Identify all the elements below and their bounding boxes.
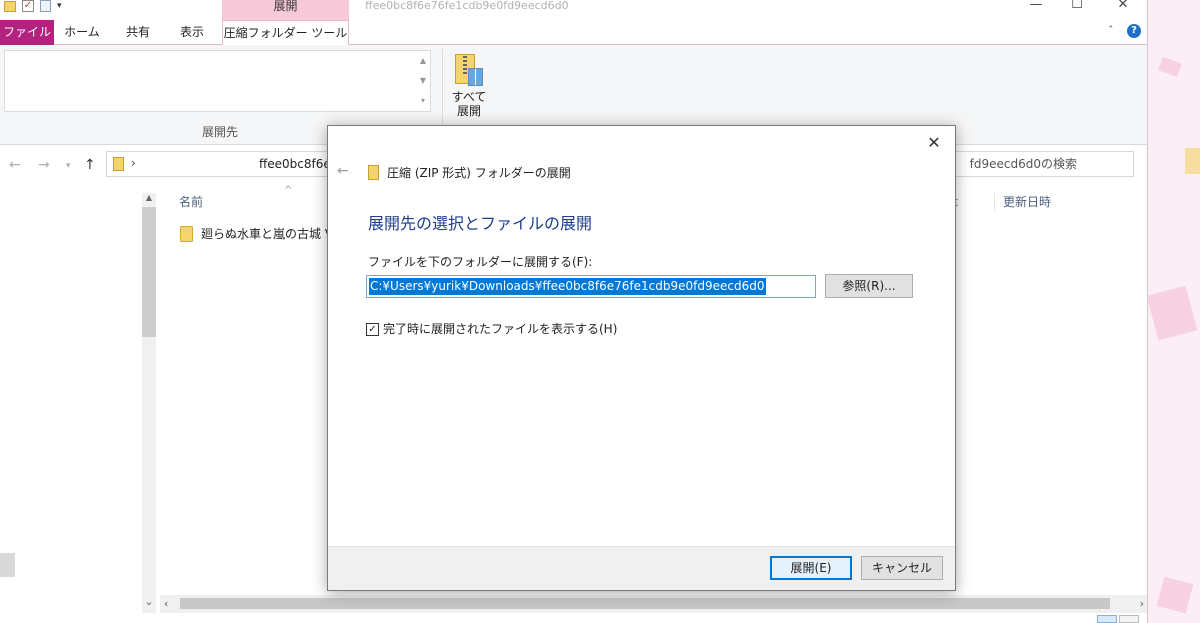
dialog-footer: 展開(E) キャンセル bbox=[328, 546, 955, 590]
column-header-name[interactable]: 名前 bbox=[179, 195, 203, 209]
file-name: 廻らぬ水車と嵐の古城 Ve bbox=[201, 227, 340, 241]
scroll-left-icon[interactable]: ‹ bbox=[164, 595, 168, 613]
show-files-checkbox-row[interactable]: ✓ 完了時に展開されたファイルを表示する(H) bbox=[366, 322, 617, 336]
close-button[interactable]: ✕ bbox=[1108, 0, 1138, 14]
horizontal-scrollbar[interactable]: ‹ › bbox=[160, 595, 1147, 613]
wallpaper-decoration bbox=[1156, 576, 1194, 614]
zip-folder-icon bbox=[113, 157, 124, 171]
wallpaper-decoration bbox=[1146, 285, 1198, 341]
wallpaper-decoration bbox=[1158, 57, 1182, 77]
chevron-down-icon[interactable]: ⌄ bbox=[142, 595, 156, 609]
destination-path-value: C:¥Users¥yurik¥Downloads¥ffee0bc8f6e76fe… bbox=[369, 278, 766, 295]
extract-zip-dialog: ✕ ← 圧縮 (ZIP 形式) フォルダーの展開 展開先の選択とファイルの展開 … bbox=[327, 125, 956, 591]
dialog-close-button[interactable]: ✕ bbox=[923, 132, 945, 154]
maximize-button[interactable]: ☐ bbox=[1062, 0, 1092, 14]
forward-arrow-icon[interactable]: → bbox=[38, 157, 50, 173]
extract-all-button[interactable]: すべて 展開 bbox=[446, 51, 492, 121]
ribbon-tab-bar: ファイル ホーム 共有 表示 圧縮フォルダー ツール ˆ ? bbox=[0, 20, 1147, 46]
zip-folder-icon bbox=[4, 0, 16, 12]
column-divider[interactable] bbox=[994, 193, 995, 211]
search-placeholder: fd9eecd6d0の検索 bbox=[969, 157, 1077, 171]
dialog-heading: 展開先の選択とファイルの展開 bbox=[368, 214, 593, 233]
back-arrow-icon[interactable]: ← bbox=[9, 157, 21, 173]
browse-button[interactable]: 参照(R)... bbox=[825, 274, 913, 298]
destination-label: ファイルを下のフォルダーに展開する(F): bbox=[368, 255, 593, 269]
folder-icon bbox=[180, 226, 193, 242]
chevron-right-icon[interactable]: › bbox=[131, 156, 136, 170]
scroll-right-icon[interactable]: › bbox=[1140, 595, 1144, 613]
navigation-pane: ▲ ⌄ bbox=[0, 185, 160, 623]
cancel-button[interactable]: キャンセル bbox=[861, 556, 943, 580]
nav-scroll-thumb[interactable] bbox=[142, 207, 156, 337]
tab-compressed-folder-tools[interactable]: 圧縮フォルダー ツール bbox=[222, 20, 349, 46]
minimize-button[interactable]: — bbox=[1021, 0, 1051, 14]
tab-view[interactable]: 表示 bbox=[166, 20, 218, 45]
zip-folder-icon bbox=[368, 165, 379, 180]
destination-gallery[interactable]: ▲ ▼ ▾ bbox=[4, 50, 431, 112]
destination-path-field[interactable]: C:¥Users¥yurik¥Downloads¥ffee0bc8f6e76fe… bbox=[366, 275, 816, 298]
collapse-ribbon-icon[interactable]: ˆ bbox=[1108, 24, 1114, 38]
details-view-icon[interactable] bbox=[1097, 615, 1117, 623]
view-toggle bbox=[1097, 613, 1141, 623]
window-title: ffee0bc8f6e76fe1cdb9e0fd9eecd6d0 bbox=[365, 0, 569, 12]
recent-locations-icon[interactable]: ▾ bbox=[66, 161, 71, 171]
help-icon[interactable]: ? bbox=[1127, 24, 1141, 38]
quick-access-toolbar: ✓ ▾ bbox=[4, 0, 62, 12]
search-input[interactable]: fd9eecd6d0の検索 bbox=[940, 151, 1134, 177]
wallpaper-decoration bbox=[1185, 148, 1200, 174]
dialog-title: 圧縮 (ZIP 形式) フォルダーの展開 bbox=[387, 166, 571, 180]
nav-pane-item[interactable] bbox=[0, 553, 15, 577]
extract-all-label-line2: 展開 bbox=[456, 104, 481, 118]
address-input[interactable]: › ffee0bc8f6e7 bbox=[106, 151, 338, 177]
title-bar: ✓ ▾ 展開 ffee0bc8f6e76fe1cdb9e0fd9eecd6d0 … bbox=[0, 0, 1147, 20]
list-item[interactable]: 廻らぬ水車と嵐の古城 Ve bbox=[180, 225, 339, 243]
tab-share[interactable]: 共有 bbox=[112, 20, 164, 45]
context-tab-header: 展開 bbox=[222, 0, 349, 20]
properties-check-icon[interactable]: ✓ bbox=[22, 0, 34, 12]
scroll-up-icon[interactable]: ▲ bbox=[142, 193, 156, 207]
new-folder-icon[interactable] bbox=[40, 0, 51, 12]
extract-zip-icon bbox=[455, 54, 483, 88]
back-arrow-icon[interactable]: ← bbox=[337, 163, 349, 179]
show-files-checkbox[interactable]: ✓ bbox=[366, 322, 379, 336]
horizontal-scroll-thumb[interactable] bbox=[180, 598, 1110, 609]
tab-home[interactable]: ホーム bbox=[56, 20, 108, 45]
tab-file[interactable]: ファイル bbox=[0, 20, 54, 45]
extract-all-label-line1: すべて bbox=[451, 90, 487, 104]
column-header-date[interactable]: 更新日時 bbox=[1003, 195, 1051, 209]
large-icons-view-icon[interactable] bbox=[1119, 615, 1139, 623]
sort-ascending-icon: ^ bbox=[284, 185, 293, 196]
customize-toolbar-icon[interactable]: ▾ bbox=[57, 1, 62, 11]
up-arrow-icon[interactable]: ↑ bbox=[84, 157, 96, 173]
show-files-checkbox-label[interactable]: 完了時に展開されたファイルを表示する(H) bbox=[383, 322, 617, 336]
gallery-scroll-icon[interactable]: ▲ ▼ ▾ bbox=[416, 51, 430, 111]
extract-button[interactable]: 展開(E) bbox=[770, 556, 852, 580]
